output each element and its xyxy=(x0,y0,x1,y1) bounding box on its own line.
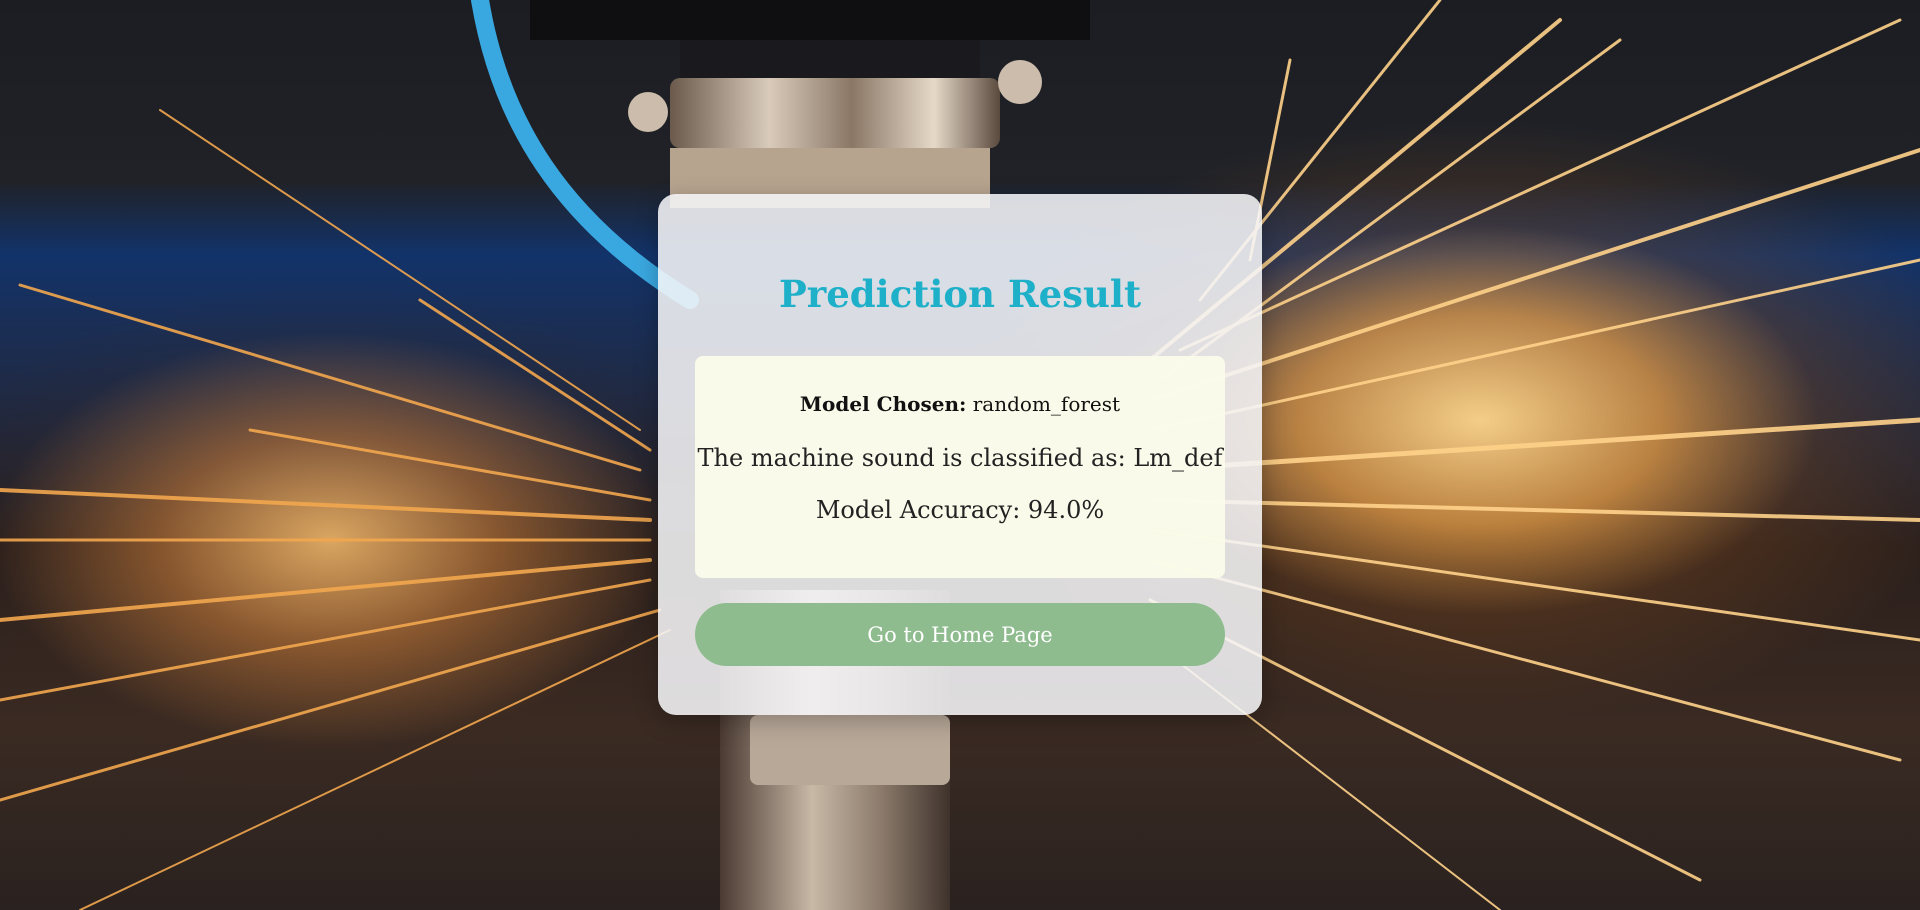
result-panel: Model Chosen: random_forest The machine … xyxy=(695,356,1225,578)
model-chosen-value: random_forest xyxy=(972,392,1121,416)
model-accuracy-text: Model Accuracy: 94.0% xyxy=(815,496,1105,524)
model-chosen-label: Model Chosen: xyxy=(799,392,967,416)
go-to-home-page-button[interactable]: Go to Home Page xyxy=(695,603,1225,666)
prediction-result-card: Prediction Result Model Chosen: random_f… xyxy=(658,194,1262,715)
page-title: Prediction Result xyxy=(778,272,1142,316)
model-chosen-line: Model Chosen: random_forest xyxy=(695,392,1225,416)
classification-text: The machine sound is classified as: Lm_d… xyxy=(697,444,1223,472)
